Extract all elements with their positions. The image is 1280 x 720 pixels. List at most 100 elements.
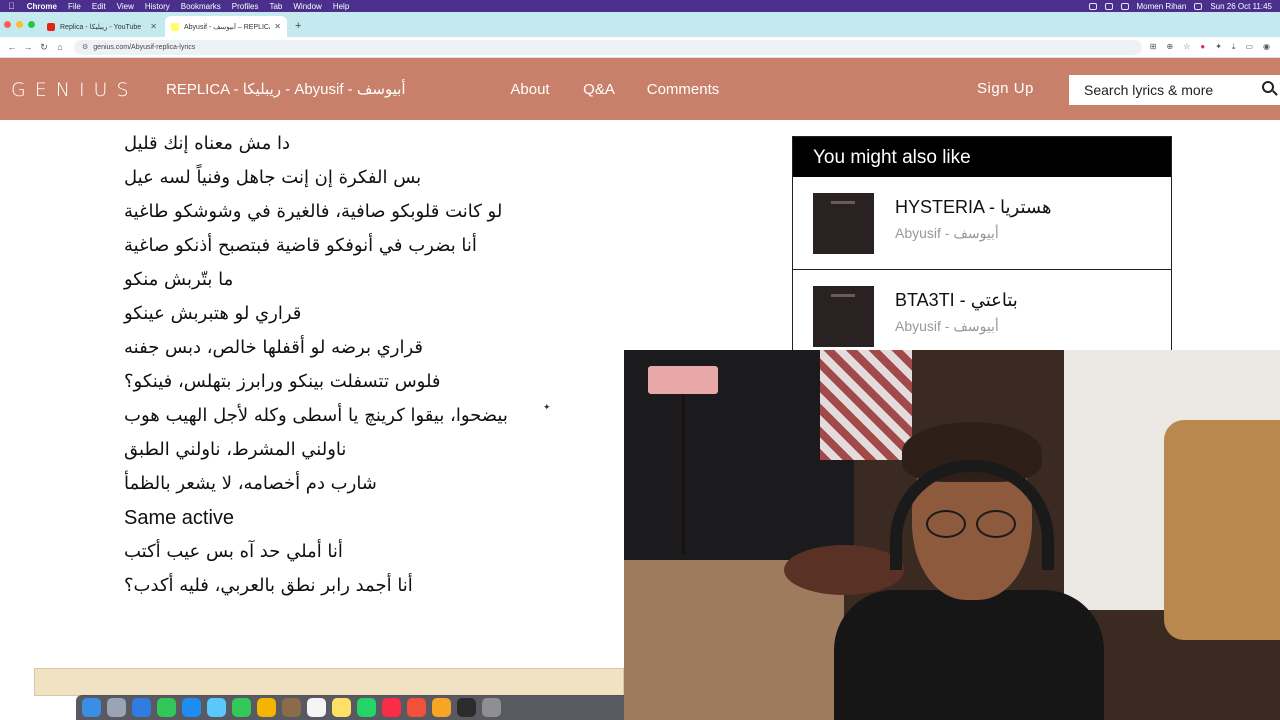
finder-icon[interactable] [82,698,101,717]
browser-tab-strip: Replica - ريبليكا - YouTube ✕ Abyusif - … [0,12,1280,37]
lyric-line[interactable]: دا مش معناه إنك قليل [124,130,624,164]
launchpad-icon[interactable] [107,698,126,717]
whatsapp-icon[interactable] [357,698,376,717]
maps-icon[interactable] [207,698,226,717]
calendar-icon[interactable] [307,698,326,717]
tab-close-icon[interactable]: ✕ [150,22,157,31]
forward-arrow-icon[interactable]: → [20,42,36,52]
minimize-window-button[interactable] [16,21,23,28]
lyric-line[interactable]: قراري لو هتبربش عينكو [124,300,624,334]
nav-comments-tab[interactable]: Comments [642,73,724,106]
menu-profiles[interactable]: Profiles [232,2,259,11]
lyric-line[interactable]: ما بتّربش منكو [124,266,624,300]
reload-icon[interactable]: ↻ [36,42,52,53]
genius-header: GENIUS REPLICA - ريبليكا - Abyusif - أبي… [0,58,1280,221]
home-icon[interactable]: ⌂ [52,42,68,52]
app-icon[interactable] [282,698,301,717]
lyric-line[interactable]: أنا بضرب في أنوفكو قاضية فبتصبح أذنكو صا… [124,232,624,266]
notes-icon[interactable] [332,698,351,717]
search-input[interactable]: Search lyrics & more [1069,75,1280,105]
menu-window[interactable]: Window [293,2,321,11]
apple-icon[interactable]:  [8,1,15,11]
lyric-line[interactable]: Same active [124,504,624,538]
sign-up-button[interactable]: Sign Up [977,80,1034,97]
chrome-icon[interactable] [257,698,276,717]
zoom-icon[interactable]: ⊕ [1166,42,1173,52]
zoom-window-button[interactable] [28,21,35,28]
album-art [813,286,874,347]
browser-toolbar: ← → ↻ ⌂ ⚙ genius.com/Abyusif-replica-lyr… [0,37,1280,58]
menu-history[interactable]: History [145,2,170,11]
download-icon[interactable]: ⤓ [1232,42,1236,52]
menu-tab[interactable]: Tab [269,2,282,11]
app-store-icon[interactable] [182,698,201,717]
address-bar[interactable]: ⚙ genius.com/Abyusif-replica-lyrics [74,39,1142,55]
menu-bookmarks[interactable]: Bookmarks [181,2,221,11]
browser-tab-youtube[interactable]: Replica - ريبليكا - YouTube ✕ [41,16,163,37]
record-icon[interactable]: ● [1200,42,1205,52]
settings-icon[interactable] [482,698,501,717]
recommended-song[interactable]: HYSTERIA - هستريا Abyusif - أبيوسف [793,177,1171,270]
streamer [834,422,1104,720]
pages-icon[interactable] [432,698,451,717]
back-arrow-icon[interactable]: ← [4,42,20,52]
youtube-favicon-icon [47,22,55,31]
song-artist: Abyusif - أبيوسف [895,225,999,241]
tab-title: Abyusif - أبيوسف – REPLICA ... [184,23,270,31]
wifi-icon[interactable] [1104,2,1113,10]
site-info-icon[interactable]: ⚙ [82,43,88,51]
screen-record-icon[interactable] [1088,2,1097,10]
battery-icon[interactable] [1120,2,1129,10]
messages-icon[interactable] [232,698,251,717]
song-title[interactable]: REPLICA - ريبليكا - Abyusif - أبيوسف [166,80,406,98]
armchair [1164,420,1280,640]
new-tab-button[interactable]: + [289,20,307,37]
profile-icon[interactable]: ◉ [1263,42,1270,52]
menu-file[interactable]: File [68,2,81,11]
tab-close-icon[interactable]: ✕ [274,22,281,31]
lyric-line[interactable]: أنا أجمد رابر نطق بالعربي، فليه أكدب؟ [124,572,624,606]
menu-edit[interactable]: Edit [92,2,106,11]
lamp-pole [682,394,685,554]
sidepanel-icon[interactable]: ▭ [1245,42,1253,52]
translate-icon[interactable]: ⊞ [1150,42,1157,52]
macos-dock [76,695,624,720]
reminders-icon[interactable] [407,698,426,717]
lyric-line[interactable]: لو كانت قلوبكو صافية، فالغيرة في وشوشكو … [124,198,624,232]
you-might-also-like-panel: You might also like HYSTERIA - هستريا Ab… [792,136,1172,366]
nav-qa-tab[interactable]: Q&A [578,73,620,106]
album-art [813,193,874,254]
glasses [926,510,1018,538]
lyric-line[interactable]: قراري برضه لو أقفلها خالص، دبس جفنه [124,334,624,368]
status-user-name[interactable]: Momen Rihan [1137,2,1187,11]
safari-icon[interactable] [132,698,151,717]
lyric-line[interactable]: ناولني المشرط، ناولني الطبق [124,436,624,470]
close-window-button[interactable] [4,21,11,28]
song-title: HYSTERIA - هستريا [895,197,1052,217]
search-icon[interactable] [1262,81,1274,93]
window-controls [0,21,41,37]
status-clock[interactable]: Sun 26 Oct 11:45 [1210,2,1272,11]
tab-title: Replica - ريبليكا - YouTube [60,23,142,31]
menu-app-name[interactable]: Chrome [27,2,57,11]
terminal-icon[interactable] [457,698,476,717]
menu-help[interactable]: Help [333,2,349,11]
page-bottom-banner [34,668,624,696]
song-title: BTA3TI - بتاعتي [895,290,1018,310]
browser-tab-genius[interactable]: Abyusif - أبيوسف – REPLICA ... ✕ [165,16,287,37]
menu-view[interactable]: View [117,2,134,11]
lyric-line[interactable]: أنا أملي حد آه بس عيب أكتب [124,538,624,572]
nav-about-tab[interactable]: About [503,73,557,106]
extension-icons: ⊞ ⊕ ☆ ● ✦ ⤓ ▭ ◉ [1150,42,1276,52]
facetime-icon[interactable] [157,698,176,717]
music-icon[interactable] [382,698,401,717]
lyric-line[interactable]: شارب دم أخصامه، لا يشعر بالظمأ [124,470,624,504]
genius-logo[interactable]: GENIUS [11,79,138,101]
screen:  Chrome File Edit View History Bookmark… [0,0,1280,720]
lyric-line[interactable]: بس الفكرة إن إنت جاهل وفنياً لسه عيل [124,164,624,198]
lyrics-body: دا مش معناه إنك قليل بس الفكرة إن إنت جا… [124,130,624,606]
bookmark-star-icon[interactable]: ☆ [1183,42,1190,52]
lyric-line[interactable]: فلوس تتسفلت بينكو ورابرز بتهلس، فينكو؟ [124,368,624,402]
control-center-icon[interactable] [1194,2,1203,10]
extensions-puzzle-icon[interactable]: ✦ [1215,42,1222,52]
